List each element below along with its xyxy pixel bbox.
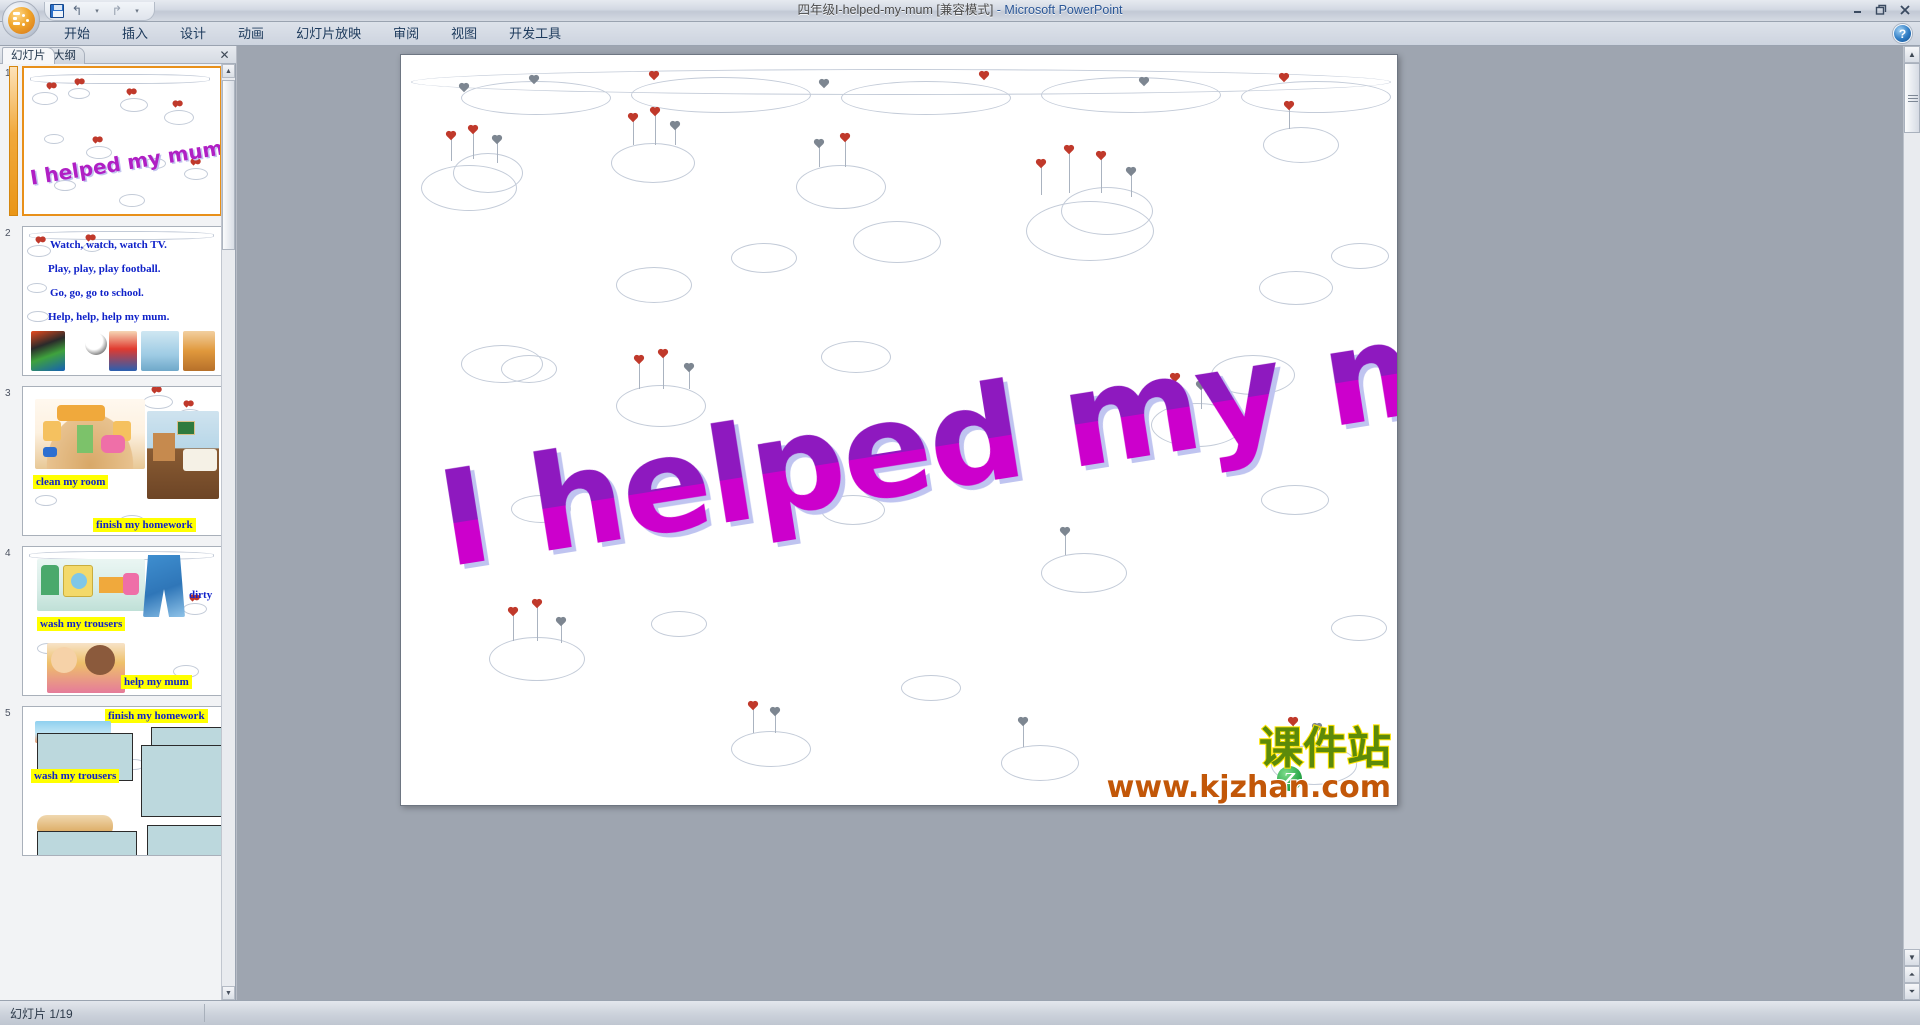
thumbnail-canvas-4: dirty wash my trousers help my mum [22,546,221,696]
window-title-document: 四年级I-helped-my-mum [兼容模式] [797,3,994,17]
tab-animations[interactable]: 动画 [222,22,280,46]
tab-slides[interactable]: 幻灯片 [2,47,55,64]
slide-workspace: I helped my mum. Z 课件站 www.kjzhan.com ▲ … [237,46,1920,1000]
thumbnail-text-label: dirty [189,589,213,601]
undo-icon[interactable]: ↰ [68,3,86,19]
slides-pane-tabs: 幻灯片 大纲 ✕ [0,46,236,64]
clipart-boy-icon [109,331,137,371]
thumbnail-highlight-label: finish my homework [105,709,208,723]
window-controls [1846,1,1916,18]
thumbnail-highlight-label: wash my trousers [31,769,120,783]
scroll-up-icon[interactable]: ▲ [222,64,235,78]
tab-slideshow[interactable]: 幻灯片放映 [280,22,377,46]
scrollbar-thumb[interactable] [222,80,235,250]
thumbnail-number-2: 2 [5,228,11,239]
slide-vertical-scrollbar[interactable]: ▲ ▼ ⏶ ⏷ [1903,46,1920,1000]
tab-design[interactable]: 设计 [164,22,222,46]
title-bar: 四年级I-helped-my-mum [兼容模式] - Microsoft Po… [0,0,1920,22]
thumbnail-slide-5[interactable]: 5 finish my homework wash my trousers [2,706,221,856]
clipart-children-icon [47,643,125,693]
tab-review[interactable]: 审阅 [377,22,435,46]
tab-home[interactable]: 开始 [48,22,106,46]
window-title-app: Microsoft PowerPoint [1004,3,1123,17]
scrollbar-thumb[interactable] [1904,63,1920,133]
clipart-bedroom-icon [147,411,219,499]
thumbnail-highlight-label: help my mum [121,675,192,689]
status-divider [204,1004,205,1022]
slide-canvas[interactable]: I helped my mum. Z 课件站 www.kjzhan.com [400,54,1398,806]
office-logo-icon [7,6,35,34]
thumbnail-text-line: Play, play, play football. [48,263,161,275]
clipart-school-icon [141,331,179,371]
thumbnail-number-5: 5 [5,708,11,719]
help-icon[interactable]: ? [1893,24,1912,43]
thumbnail-canvas-2: Watch, watch, watch TV. Play, play, play… [22,226,221,376]
slide-thumbnail-list[interactable]: 1 I helped my mum. 2 Watch, watch, watch… [0,64,221,1000]
restore-button[interactable] [1870,1,1892,18]
slides-pane-scrollbar[interactable]: ▲ ▼ [221,64,235,1000]
close-pane-icon[interactable]: ✕ [218,48,231,62]
redo-icon[interactable]: ↱ [108,3,126,19]
clipart-room-icon [35,399,145,469]
previous-slide-icon[interactable]: ⏶ [1904,966,1920,983]
slide-counter-label: 幻灯片 1/19 [10,1006,73,1021]
next-slide-icon[interactable]: ⏷ [1904,983,1920,1000]
quick-access-toolbar: ↰ ▾ ↱ ▾ [44,2,155,21]
watermark-url-label: www.kjzhan.com [1106,770,1391,805]
tab-developer[interactable]: 开发工具 [493,22,577,46]
ribbon-tabs: 开始 插入 设计 动画 幻灯片放映 审阅 视图 开发工具 [48,22,577,46]
thumbnail-canvas-3: clean my room finish my homework [22,386,221,536]
placeholder-box [147,825,221,855]
watermark: 课件站 www.kjzhan.com [1106,723,1392,805]
save-icon[interactable] [48,3,66,19]
thumbnail-highlight-label: wash my trousers [37,617,126,631]
thumbnail-slide-4[interactable]: 4 dirty wash my trousers help my mum [2,546,221,696]
minimize-button[interactable] [1846,1,1868,18]
thumbnail-text-line: Watch, watch, watch TV. [50,239,167,251]
thumbnail-canvas-1: I helped my mum. [22,66,221,216]
clipart-laundry-icon [37,559,145,611]
placeholder-box [37,831,137,855]
clipart-football-icon [85,333,107,355]
thumbnail-highlight-label: finish my homework [93,518,196,532]
thumbnail-text-line: Go, go, go to school. [50,287,144,299]
placeholder-box [141,745,221,817]
scrollbar-grip-icon [1908,95,1918,102]
clipart-tv-icon [31,331,65,371]
tab-view[interactable]: 视图 [435,22,493,46]
scroll-down-icon[interactable]: ▼ [222,986,235,1000]
scroll-up-icon[interactable]: ▲ [1904,46,1920,63]
window-title-separator: - [993,3,1005,17]
office-button[interactable] [2,1,40,39]
ribbon-tab-bar: 开始 插入 设计 动画 幻灯片放映 审阅 视图 开发工具 ? [0,22,1920,46]
undo-dropdown-icon[interactable]: ▾ [88,3,106,19]
watermark-chinese-label: 课件站 [1258,723,1392,774]
thumbnail-slide-3[interactable]: 3 clean my room finish my homework [2,386,221,536]
thumbnail-number-4: 4 [5,548,11,559]
thumbnail-number-3: 3 [5,388,11,399]
thumbnail-text-line: Help, help, help my mum. [48,311,170,323]
window-title: 四年级I-helped-my-mum [兼容模式] - Microsoft Po… [0,0,1920,22]
thumbnail-canvas-5: finish my homework wash my trousers [22,706,221,856]
thumbnail-highlight-label: clean my room [33,475,109,489]
scroll-down-icon[interactable]: ▼ [1904,949,1920,966]
tab-insert[interactable]: 插入 [106,22,164,46]
thumbnail-slide-1[interactable]: 1 I helped my mum. [2,66,221,216]
status-bar: 幻灯片 1/19 [0,1000,1920,1025]
thumbnail-selection-bar [9,66,18,216]
customize-qat-icon[interactable]: ▾ [128,3,146,19]
thumbnail-slide-2[interactable]: 2 Watch, watch, watch TV. Play, play, pl… [2,226,221,376]
clipart-mum-icon [183,331,215,371]
slides-pane: 幻灯片 大纲 ✕ 1 I helped my mum. 2 Watch, wat… [0,46,236,1000]
close-button[interactable] [1894,1,1916,18]
